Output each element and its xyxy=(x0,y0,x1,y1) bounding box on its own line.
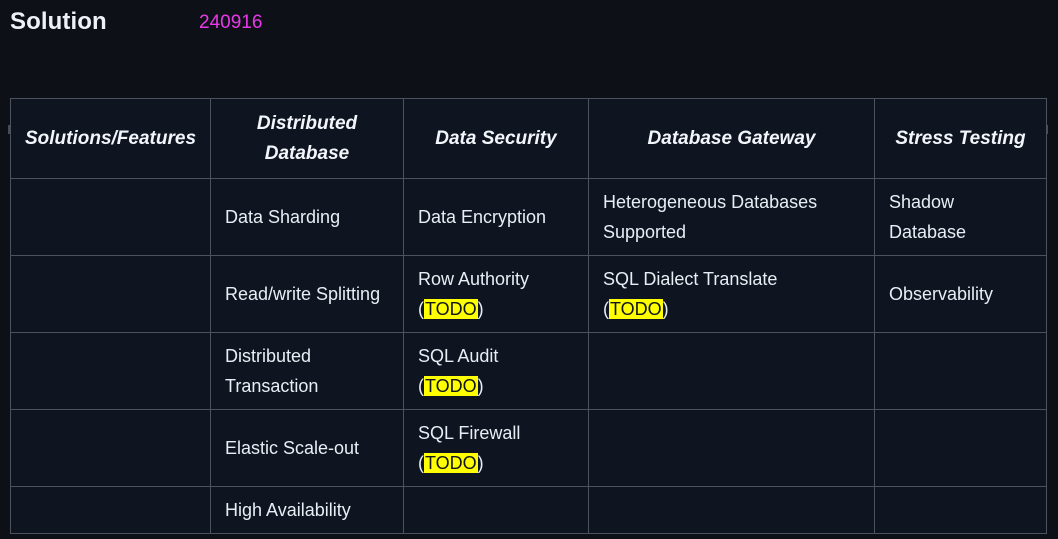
table-cell: Observability xyxy=(874,255,1047,333)
table-cell: Data Encryption xyxy=(403,178,589,256)
todo-close-paren: ) xyxy=(662,299,669,319)
todo-close-paren: ) xyxy=(477,299,484,319)
cell-label: Row Authority xyxy=(418,269,530,289)
todo-highlight: TODO xyxy=(609,299,663,319)
column-header-data-security: Data Security xyxy=(403,98,589,179)
page-title: Solution xyxy=(10,8,107,35)
document-date-tag: 240916 xyxy=(199,12,263,33)
cell-label: Data Sharding xyxy=(225,207,341,227)
table-cell xyxy=(588,332,875,410)
column-header-stress-testing: Stress Testing xyxy=(874,98,1047,179)
table-cell xyxy=(874,332,1047,410)
cell-label: SQL Dialect Translate xyxy=(603,269,778,289)
table-cell: SQL Audit (TODO) xyxy=(403,332,589,410)
table-cell xyxy=(874,409,1047,487)
table-cell xyxy=(10,255,211,333)
table-cell: Elastic Scale-out xyxy=(210,409,404,487)
todo-close-paren: ) xyxy=(477,453,484,473)
cell-label: SQL Audit xyxy=(418,346,499,366)
todo-badge: (TODO) xyxy=(418,371,574,401)
table-row: High Availability xyxy=(10,486,1047,534)
feature-comparison-table: Solutions/Features Distributed Database … xyxy=(10,98,1047,534)
cell-label: Elastic Scale-out xyxy=(225,438,360,458)
todo-badge: (TODO) xyxy=(418,448,574,478)
todo-highlight: TODO xyxy=(424,453,478,473)
cell-label: Distributed Transaction xyxy=(225,346,319,396)
table-cell: Distributed Transaction xyxy=(210,332,404,410)
table-cell xyxy=(874,486,1047,534)
table-cell: Heterogeneous Databases Supported xyxy=(588,178,875,256)
table-row: Distributed Transaction SQL Audit (TODO) xyxy=(10,332,1047,410)
table-cell: High Availability xyxy=(210,486,404,534)
table-cell xyxy=(10,332,211,410)
column-header-database-gateway: Database Gateway xyxy=(588,98,875,179)
document-header: Solution 240916 xyxy=(0,0,1058,56)
table-cell: SQL Firewall (TODO) xyxy=(403,409,589,487)
table-row: Data Sharding Data Encryption Heterogeneou… xyxy=(10,178,1047,256)
todo-highlight: TODO xyxy=(424,376,478,396)
table-cell: Read/write Splitting xyxy=(210,255,404,333)
table-cell xyxy=(588,486,875,534)
cell-label: Data Encryption xyxy=(418,207,547,227)
todo-badge: (TODO) xyxy=(418,294,574,324)
table-cell xyxy=(10,486,211,534)
todo-close-paren: ) xyxy=(477,376,484,396)
horizontal-scrollbar-track[interactable] xyxy=(0,62,1058,134)
table-cell xyxy=(10,409,211,487)
table-row: Read/write Splitting Row Authority (TODO) S… xyxy=(10,255,1047,333)
cell-label: High Availability xyxy=(225,500,351,520)
cell-label: Read/write Splitting xyxy=(225,284,381,304)
feature-comparison-table-container: Solutions/Features Distributed Database … xyxy=(10,98,1047,534)
table-cell xyxy=(403,486,589,534)
table-cell xyxy=(588,409,875,487)
table-cell: Shadow Database xyxy=(874,178,1047,256)
table-cell: Row Authority (TODO) xyxy=(403,255,589,333)
todo-highlight: TODO xyxy=(424,299,478,319)
todo-badge: (TODO) xyxy=(603,294,860,324)
table-cell: SQL Dialect Translate (TODO) xyxy=(588,255,875,333)
table-cell xyxy=(10,178,211,256)
table-cell: Data Sharding xyxy=(210,178,404,256)
table-body: Data Sharding Data Encryption Heterogeneou… xyxy=(10,178,1047,534)
cell-label: Shadow Database xyxy=(889,192,967,242)
table-header-row: Solutions/Features Distributed Database … xyxy=(10,98,1047,179)
cell-label: SQL Firewall xyxy=(418,423,521,443)
column-header-solutions-features: Solutions/Features xyxy=(10,98,211,179)
cell-label: Heterogeneous Databases Supported xyxy=(603,192,818,242)
markdown-preview-page: Solution 240916 Solutions/Features Distr… xyxy=(0,0,1058,539)
column-header-distributed-database: Distributed Database xyxy=(210,98,404,179)
table-row: Elastic Scale-out SQL Firewall (TODO) xyxy=(10,409,1047,487)
cell-label: Observability xyxy=(889,284,994,304)
table-header: Solutions/Features Distributed Database … xyxy=(10,98,1047,179)
